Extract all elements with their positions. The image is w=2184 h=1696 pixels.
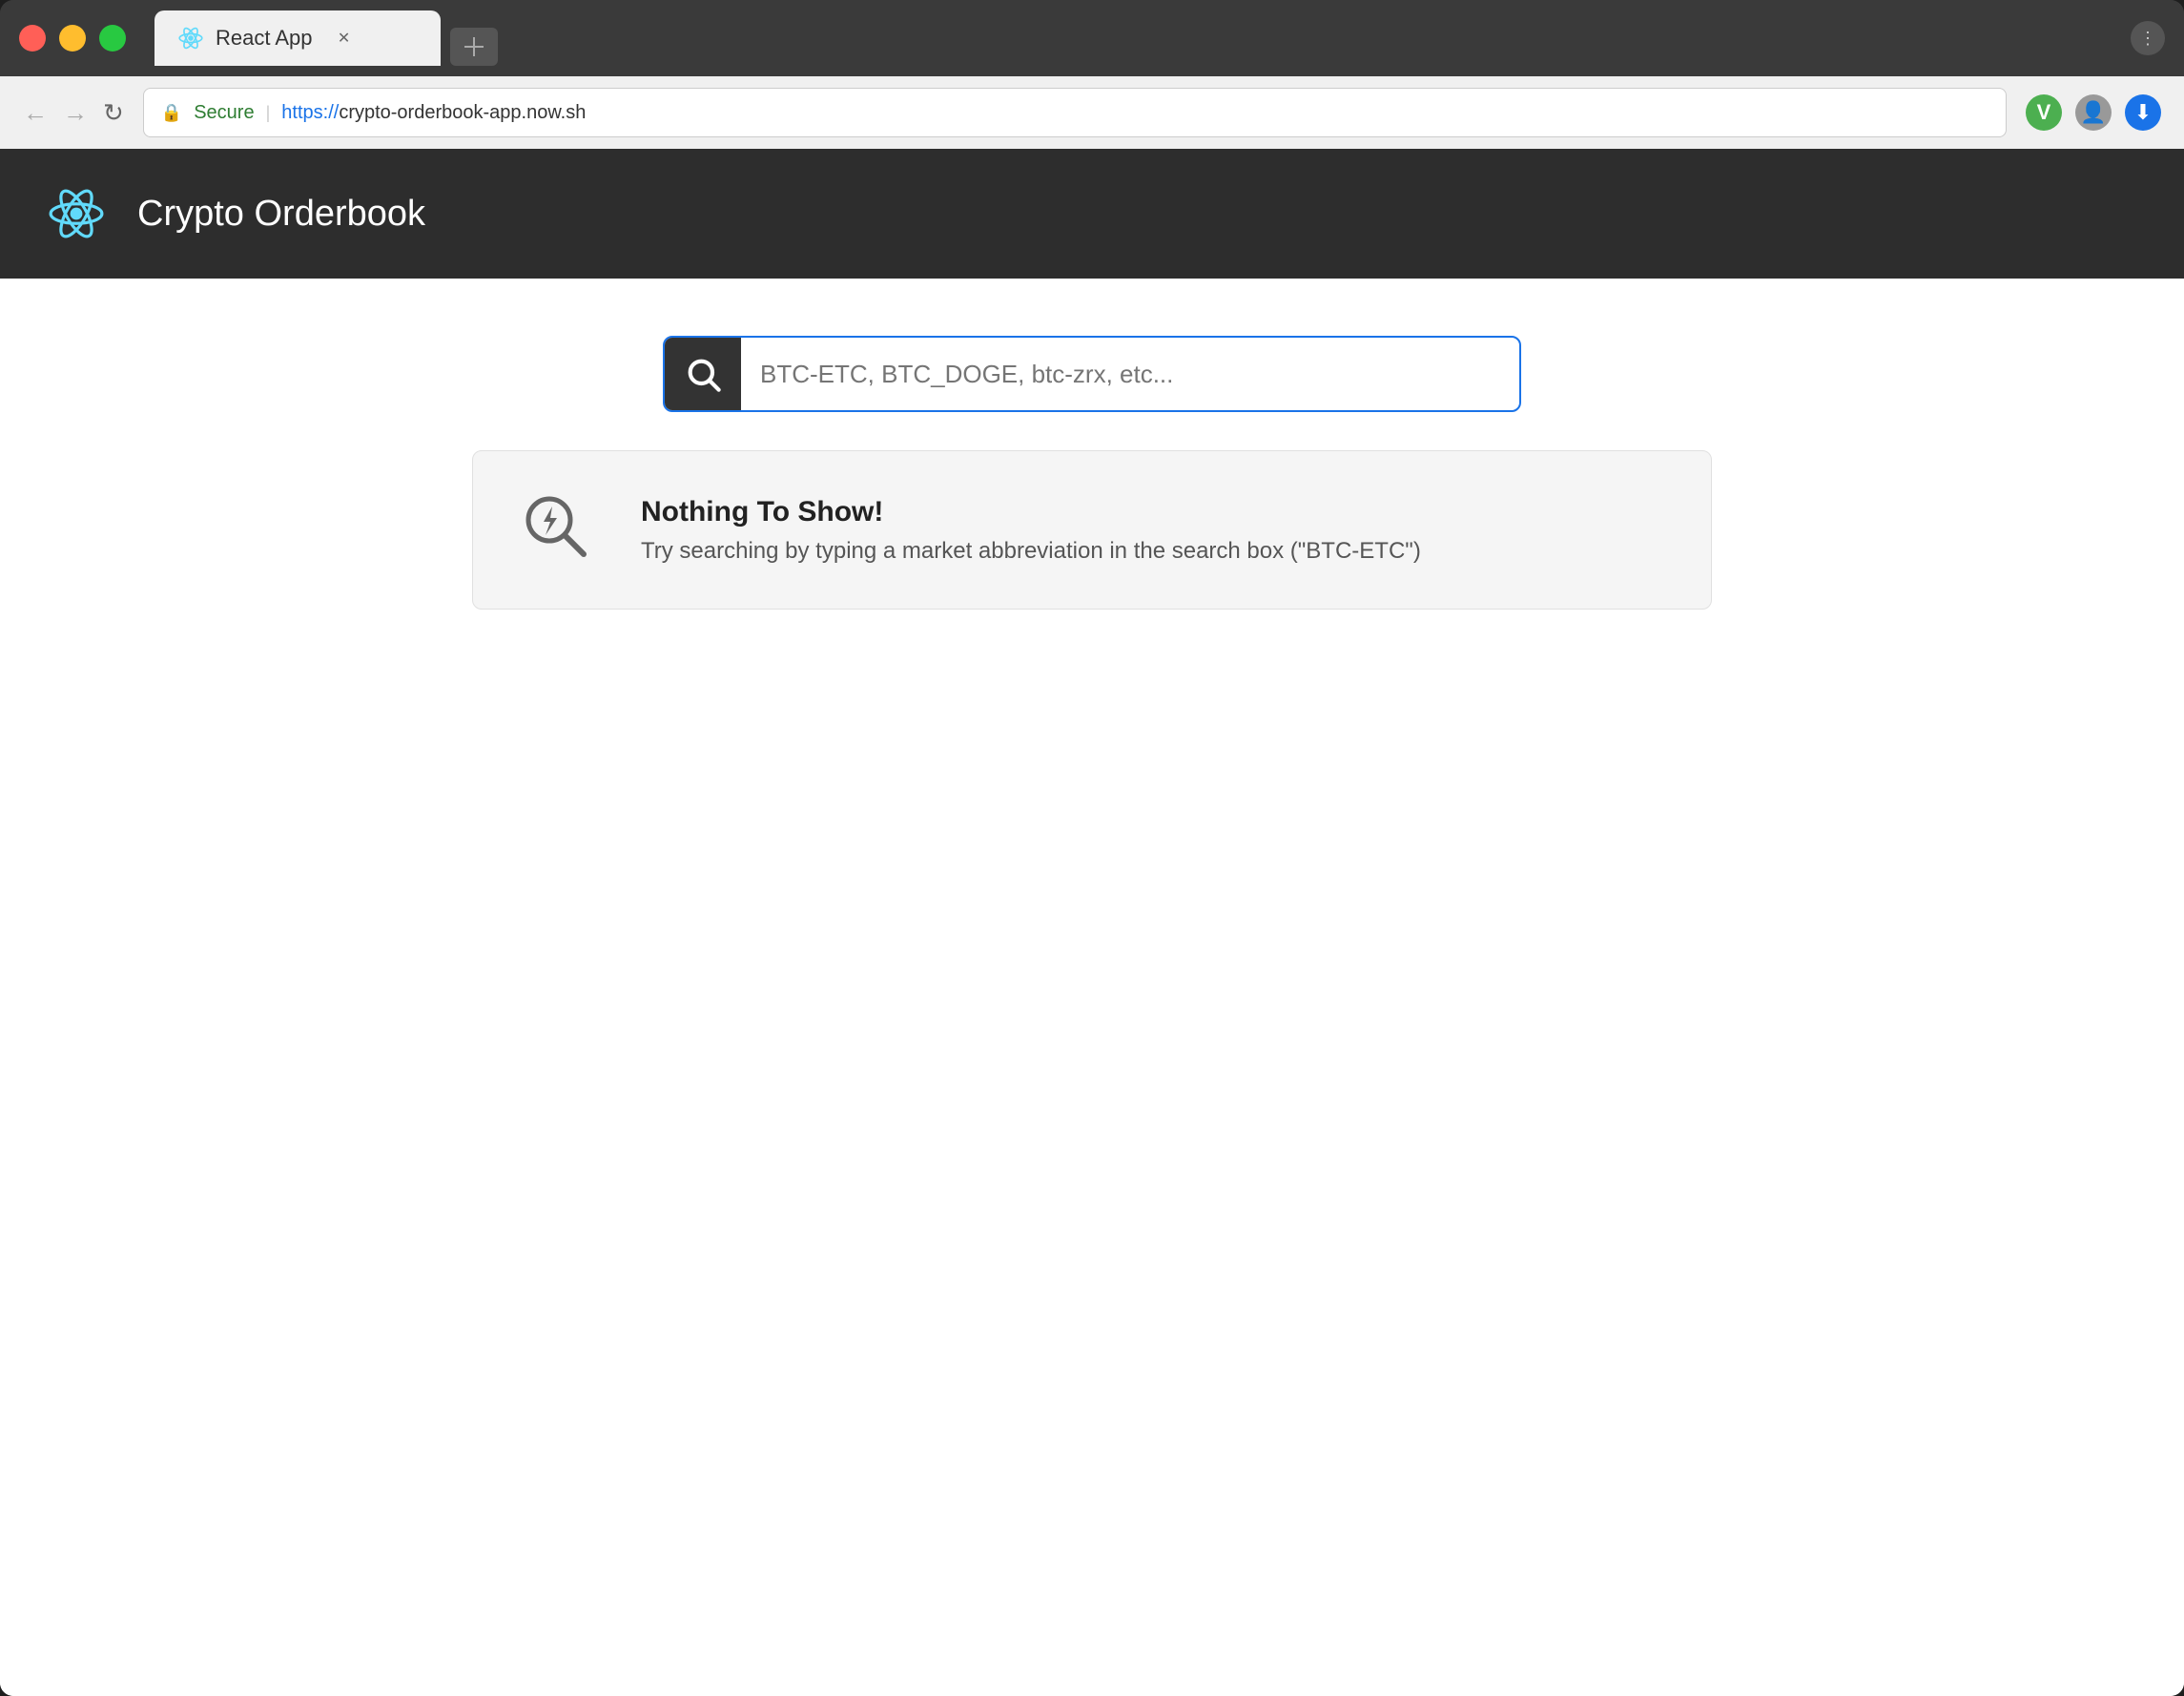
address-bar: ← → ↻ 🔒 Secure | https://crypto-orderboo… <box>0 76 2184 149</box>
tab-close-button[interactable]: ✕ <box>334 28 355 49</box>
main-content: Nothing To Show! Try searching by typing… <box>0 279 2184 1696</box>
forward-button[interactable]: → <box>63 98 88 128</box>
extension-download-icon[interactable]: ⬇ <box>2125 94 2161 131</box>
app-header: Crypto Orderbook <box>0 149 2184 279</box>
tab-title: React App <box>216 26 313 51</box>
app-title: Crypto Orderbook <box>137 194 425 235</box>
search-container <box>663 336 1521 412</box>
new-tab-button[interactable] <box>450 28 498 66</box>
empty-state-title: Nothing To Show! <box>641 496 1421 528</box>
traffic-lights <box>19 25 126 52</box>
search-icon <box>684 355 722 393</box>
react-logo-icon <box>46 183 107 244</box>
browser-window: React App ✕ ⋮ ← → ↻ 🔒 Secure | <box>0 0 2184 1696</box>
address-field[interactable]: 🔒 Secure | https://crypto-orderbook-app.… <box>143 88 2007 137</box>
secure-label: Secure <box>194 102 254 124</box>
secure-icon: 🔒 <box>161 103 182 123</box>
url-separator: | <box>266 103 271 123</box>
minimize-button[interactable] <box>59 25 86 52</box>
url-text: https://crypto-orderbook-app.now.sh <box>281 102 586 124</box>
reload-button[interactable]: ↻ <box>103 98 124 128</box>
search-icon-button[interactable] <box>665 336 741 412</box>
url-domain: crypto-orderbook-app.now.sh <box>339 102 586 123</box>
empty-state-subtitle: Try searching by typing a market abbrevi… <box>641 538 1421 565</box>
maximize-button[interactable] <box>99 25 126 52</box>
title-bar: React App ✕ ⋮ <box>0 0 2184 76</box>
search-box <box>663 336 1521 412</box>
active-tab[interactable]: React App ✕ <box>155 10 441 66</box>
browser-menu-icon[interactable]: ⋮ <box>2131 21 2165 55</box>
search-input[interactable] <box>741 338 1519 410</box>
empty-state-icon <box>519 489 595 570</box>
extension-user-icon[interactable]: 👤 <box>2075 94 2112 131</box>
browser-controls: ⋮ <box>2131 21 2165 55</box>
empty-state-card: Nothing To Show! Try searching by typing… <box>472 450 1712 610</box>
empty-text: Nothing To Show! Try searching by typing… <box>641 496 1421 565</box>
nav-buttons: ← → ↻ <box>23 98 124 128</box>
close-button[interactable] <box>19 25 46 52</box>
extension-icons: V 👤 ⬇ <box>2026 94 2161 131</box>
back-button[interactable]: ← <box>23 98 48 128</box>
tab-favicon <box>177 25 204 52</box>
no-results-icon <box>519 489 595 566</box>
tab-bar: React App ✕ <box>155 10 2131 66</box>
extension-v-icon[interactable]: V <box>2026 94 2062 131</box>
url-protocol: https:// <box>281 102 339 123</box>
app-content: Crypto Orderbook <box>0 149 2184 1696</box>
